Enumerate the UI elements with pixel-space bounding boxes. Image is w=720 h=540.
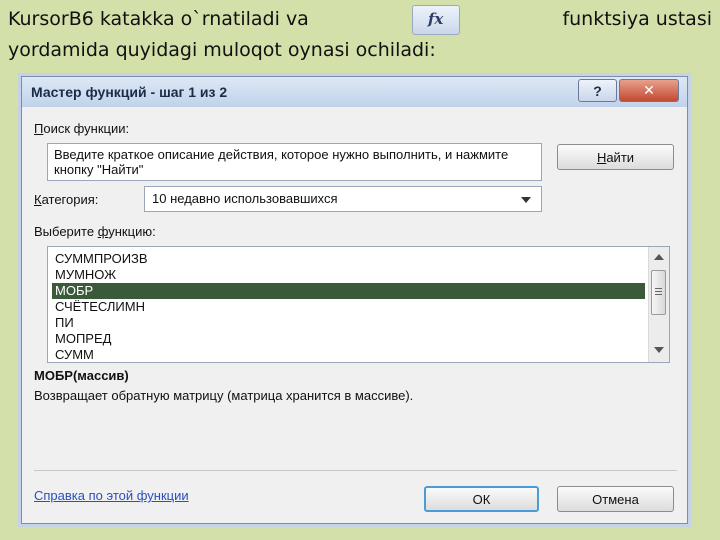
footer-divider (34, 470, 677, 471)
slide-instruction-text: KursorB6 katakka o`rnatiladi va fx funkt… (8, 4, 712, 66)
dialog-title: Мастер функций - шаг 1 из 2 (31, 84, 228, 100)
function-listbox[interactable]: СУММПРОИЗВ МУМНОЖ МОБР СЧЁТЕСЛИМН ПИ МОП… (47, 246, 670, 363)
insert-function-fx-icon: fx (411, 4, 460, 35)
ok-button[interactable]: ОК (424, 486, 539, 512)
category-select[interactable]: 10 недавно использовавшихся (144, 186, 542, 212)
function-list-item[interactable]: МУМНОЖ (52, 267, 645, 283)
find-button[interactable]: Найти (557, 144, 674, 170)
function-list-item[interactable]: МОПРЕД (52, 331, 645, 347)
dialog-titlebar[interactable]: Мастер функций - шаг 1 из 2 ? ✕ (22, 77, 687, 107)
category-select-value: 10 недавно использовавшихся (152, 191, 338, 206)
function-wizard-dialog: Мастер функций - шаг 1 из 2 ? ✕ Поиск фу… (21, 76, 688, 524)
select-label-accel: ф (97, 224, 109, 239)
select-label-part1: Выберите (34, 224, 98, 239)
scroll-down-arrow-icon[interactable] (654, 347, 664, 353)
function-list-item-selected[interactable]: МОБР (52, 283, 645, 299)
scroll-up-arrow-icon[interactable] (654, 254, 664, 260)
find-button-accel: Н (596, 149, 607, 165)
function-help-link[interactable]: Справка по этой функции (34, 488, 189, 503)
select-function-label: Выберите функцию: (34, 224, 156, 239)
search-function-label: Поиск функции: (34, 121, 129, 136)
search-label-text: оиск функции: (43, 121, 130, 136)
function-list-item[interactable]: СУММПРОИЗВ (52, 251, 645, 267)
function-signature: МОБР(массив) (34, 368, 129, 383)
category-label-text: атегория: (41, 192, 99, 207)
select-label-part2: ункцию: (108, 224, 156, 239)
function-list-item[interactable]: СУММ (52, 347, 645, 362)
category-label: Категория: (34, 192, 98, 207)
close-button[interactable]: ✕ (619, 79, 679, 102)
search-label-accel: П (34, 121, 44, 136)
function-description: Возвращает обратную матрицу (матрица хра… (34, 388, 414, 403)
fx-icon-label: fx (427, 10, 444, 28)
function-list-item[interactable]: СЧЁТЕСЛИМН (52, 299, 645, 315)
scrollbar-thumb[interactable] (651, 270, 666, 315)
instruction-line1-right: funktsiya ustasi (562, 8, 712, 30)
function-list-item[interactable]: ПИ (52, 315, 645, 331)
help-button[interactable]: ? (578, 79, 617, 102)
find-button-text: айти (606, 149, 635, 165)
chevron-down-icon[interactable] (521, 197, 531, 203)
vertical-scrollbar[interactable] (648, 247, 669, 362)
instruction-line2: yordamida quyidagi muloqot oynasi ochila… (8, 39, 436, 61)
cancel-button[interactable]: Отмена (557, 486, 674, 512)
instruction-line1-left: KursorB6 katakka o`rnatiladi va (8, 8, 309, 30)
category-label-accel: К (34, 192, 42, 207)
function-search-input[interactable]: Введите краткое описание действия, котор… (47, 143, 542, 181)
